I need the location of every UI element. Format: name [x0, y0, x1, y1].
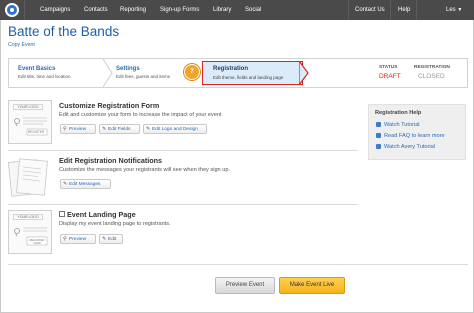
preview-landing-button[interactable]: ⚲ Preview	[60, 234, 96, 244]
thumbnail-logo-label: YOUR LOGO	[13, 104, 43, 110]
thumbnail-register-label: REGISTER	[28, 130, 45, 134]
section-title: Edit Registration Notifications	[59, 156, 163, 165]
section-divider	[8, 204, 358, 205]
nav-contacts[interactable]: Contacts	[84, 0, 108, 20]
edit-messages-button[interactable]: ✎ Edit Messages	[60, 179, 111, 189]
page-title: Batte of the Bands	[8, 24, 120, 39]
nav-social[interactable]: Social	[245, 0, 261, 20]
active-step-arrow-icon	[299, 61, 309, 85]
nav-divider	[24, 0, 25, 20]
nav-reporting[interactable]: Reporting	[120, 0, 146, 20]
preview-form-button[interactable]: ⚲ Preview	[60, 124, 96, 134]
step-title: Settings	[116, 66, 140, 72]
help-link-watch-tutorial[interactable]: Watch Tutorial	[376, 122, 420, 128]
help-link-avery-tutorial[interactable]: Watch Avery Tutorial	[376, 144, 435, 150]
copy-event-link[interactable]: Copy Event	[8, 42, 35, 48]
nav-campaigns[interactable]: Campaigns	[40, 0, 70, 20]
section-title: Customize Registration Form	[59, 101, 160, 110]
section-description: Customize the messages your registrants …	[59, 167, 230, 173]
nav-divider	[348, 0, 349, 20]
step-settings[interactable]: Settings Edit fees, guests and items	[116, 66, 170, 79]
step-title: Registration	[213, 66, 249, 72]
registration-status: CLOSED	[418, 73, 445, 80]
nav-contact-us[interactable]: Contact Us	[355, 0, 385, 20]
make-event-live-button[interactable]: Make Event Live	[279, 277, 345, 294]
footer-divider	[8, 264, 468, 265]
step-description: Edit fees, guests and items	[116, 74, 171, 79]
landing-page-checkbox[interactable]	[59, 211, 65, 217]
step-title: Event Basics	[18, 66, 56, 72]
notifications-thumbnail-icon	[8, 158, 48, 197]
thumbnail-register-label: REGISTER NOW	[29, 238, 45, 246]
step-number-badge: 7	[184, 64, 200, 80]
brand-logo-icon[interactable]	[5, 3, 19, 17]
pencil-icon: ✎	[63, 181, 68, 187]
form-preview-icon	[14, 117, 48, 136]
nav-help[interactable]: Help	[398, 0, 410, 20]
help-title: Registration Help	[375, 110, 422, 116]
video-icon	[376, 122, 381, 127]
landing-page-thumbnail: YOUR LOGO REGISTER NOW	[8, 210, 52, 254]
nav-user-menu[interactable]: Les ▼	[446, 0, 462, 20]
registration-form-thumbnail: YOUR LOGO REGISTER	[8, 100, 52, 144]
nav-library[interactable]: Library	[213, 0, 231, 20]
step-description: Edit title, time and location	[18, 74, 71, 79]
video-icon	[376, 144, 381, 149]
pencil-icon: ✎	[146, 126, 151, 132]
help-link-read-faq[interactable]: Read FAQ to learn more	[376, 133, 445, 139]
step-event-basics[interactable]: Event Basics Edit title, time and locati…	[18, 66, 71, 79]
section-description: Display my event landing page to registr…	[59, 221, 171, 227]
user-name: Les	[446, 7, 456, 13]
nav-divider	[390, 0, 391, 20]
pencil-icon: ✎	[102, 126, 107, 132]
edit-logo-design-button[interactable]: ✎ Edit Logo and Design	[143, 124, 207, 134]
step-description: Edit theme, fields and landing page	[213, 75, 284, 80]
nav-signup-forms[interactable]: Sign-up Forms	[160, 0, 199, 20]
registration-label: REGISTRATION	[414, 65, 450, 70]
edit-fields-button[interactable]: ✎ Edit Fields	[99, 124, 140, 134]
document-icon	[376, 133, 381, 138]
status-badge: DRAFT	[379, 73, 401, 80]
preview-event-button[interactable]: Preview Event	[215, 277, 275, 294]
search-icon: ⚲	[63, 126, 67, 132]
search-icon: ⚲	[63, 236, 67, 242]
section-divider	[8, 150, 358, 151]
section-title: Event Landing Page	[67, 210, 136, 219]
section-description: Edit and customize your form to increase…	[59, 112, 222, 118]
step-separator-icon	[102, 59, 113, 87]
chevron-down-icon: ▼	[457, 7, 463, 13]
pencil-icon: ✎	[102, 236, 107, 242]
top-nav: Campaigns Contacts Reporting Sign-up For…	[0, 0, 474, 20]
step-registration[interactable]	[202, 61, 303, 85]
thumbnail-logo-label: YOUR LOGO	[13, 214, 43, 220]
edit-landing-button[interactable]: ✎ Edit	[99, 234, 123, 244]
nav-divider	[416, 0, 417, 20]
status-label: STATUS	[379, 65, 398, 70]
